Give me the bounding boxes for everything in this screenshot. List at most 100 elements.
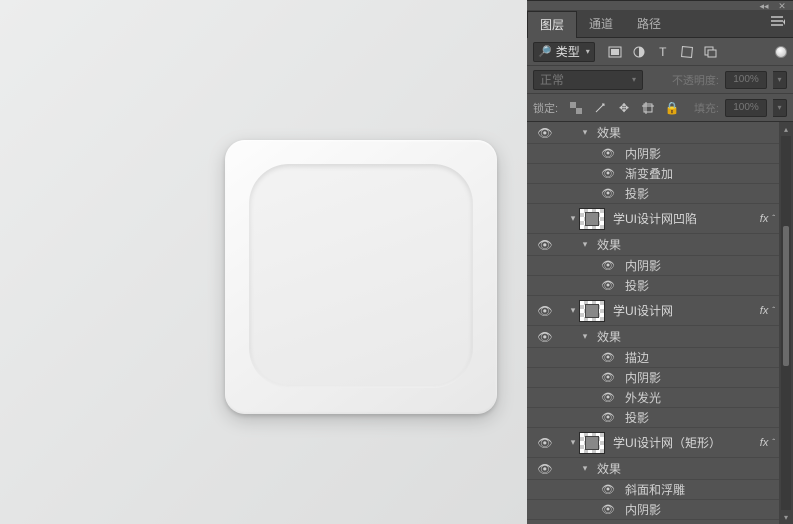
document-canvas[interactable] <box>0 0 527 524</box>
visibility-toggle[interactable]: 👁 <box>537 436 552 450</box>
fx-item-row[interactable]: 👁 投影 <box>527 184 779 204</box>
layer-name: 学UI设计网凹陷 <box>613 210 697 227</box>
fx-header-label: 效果 <box>597 124 621 141</box>
filter-toggle-switch[interactable] <box>775 46 787 58</box>
fx-visibility-toggle[interactable]: 👁 <box>601 351 615 364</box>
fx-inner-shadow: 内阴影 <box>625 257 661 274</box>
lock-pixels-icon[interactable] <box>592 100 608 116</box>
fx-badge: fx <box>760 437 769 449</box>
fx-visibility-toggle[interactable]: 👁 <box>601 147 615 160</box>
scrollbar-track[interactable] <box>781 136 791 510</box>
filter-adjust-icon[interactable] <box>631 44 647 60</box>
layer-row[interactable]: 👁 ▾ 学UI设计网 fx ˆ <box>527 296 779 326</box>
fx-inner-shadow: 内阴影 <box>625 369 661 386</box>
lock-position-icon[interactable]: ✥ <box>616 100 632 116</box>
fx-header-label: 效果 <box>597 460 621 477</box>
fx-visibility-toggle[interactable]: 👁 <box>601 167 615 180</box>
lock-all-icon[interactable]: 🔒 <box>664 100 680 116</box>
search-icon: 🔎 <box>538 45 552 58</box>
scroll-down-icon[interactable]: ▾ <box>779 510 793 524</box>
visibility-toggle[interactable]: 👁 <box>537 238 552 252</box>
layers-panel: ◂◂ ✕ 图层 通道 路径 🔎 类型 ▾ T 正常 ▾ 不透明度: <box>527 0 793 524</box>
scrollbar-thumb[interactable] <box>783 226 789 366</box>
disclosure-icon[interactable]: ▾ <box>579 463 591 474</box>
layer-thumbnail[interactable] <box>579 208 605 230</box>
fx-item-row[interactable]: 👁 斜面和浮雕 <box>527 480 779 500</box>
scroll-up-icon[interactable]: ▴ <box>779 122 793 136</box>
fx-item-row[interactable]: 👁 投影 <box>527 408 779 428</box>
fx-visibility-toggle[interactable]: 👁 <box>601 187 615 200</box>
fx-visibility-toggle[interactable]: 👁 <box>601 279 615 292</box>
layer-row[interactable]: 👁 ▾ 学UI设计网凹陷 fx ˆ <box>527 204 779 234</box>
layers-scrollbar[interactable]: ▴ ▾ <box>779 122 793 524</box>
disclosure-icon[interactable]: ▾ <box>567 305 579 316</box>
fx-badge: fx <box>760 213 769 225</box>
tab-layers[interactable]: 图层 <box>527 11 577 38</box>
chevron-down-icon: ▾ <box>632 75 636 84</box>
fill-stepper[interactable]: ▾ <box>773 99 787 117</box>
fx-inner-shadow: 内阴影 <box>625 145 661 162</box>
disclosure-icon[interactable]: ▾ <box>579 239 591 250</box>
fx-visibility-toggle[interactable]: 👁 <box>601 391 615 404</box>
tab-channels[interactable]: 通道 <box>577 10 625 37</box>
visibility-toggle[interactable]: 👁 <box>537 330 552 344</box>
fx-visibility-toggle[interactable]: 👁 <box>601 259 615 272</box>
chevron-down-icon: ▾ <box>586 47 590 56</box>
opacity-label: 不透明度: <box>672 72 719 88</box>
disclosure-icon[interactable]: ▾ <box>567 213 579 224</box>
panel-menu-icon[interactable] <box>771 16 787 28</box>
disclosure-icon[interactable]: ▾ <box>579 127 591 138</box>
fx-item-row[interactable]: 👁 外发光 <box>527 388 779 408</box>
fx-visibility-toggle[interactable]: 👁 <box>601 503 615 516</box>
fx-gradient-overlay: 渐变叠加 <box>625 165 673 182</box>
visibility-toggle[interactable]: 👁 <box>537 462 552 476</box>
layer-row[interactable]: 👁 ▾ 学UI设计网（矩形） fx ˆ <box>527 428 779 458</box>
fx-item-row[interactable]: 👁 投影 <box>527 276 779 296</box>
fx-header-row[interactable]: 👁 ▾ 效果 <box>527 234 779 256</box>
layer-thumbnail[interactable] <box>579 432 605 454</box>
disclosure-icon[interactable]: ▾ <box>579 331 591 342</box>
fx-header-row[interactable]: 👁 ▾ 效果 <box>527 458 779 480</box>
blend-mode-select[interactable]: 正常 ▾ <box>533 70 643 90</box>
lock-bar: 锁定: ✥ 🔒 填充: 100% ▾ <box>527 94 793 122</box>
fx-visibility-toggle[interactable]: 👁 <box>601 483 615 496</box>
fill-value[interactable]: 100% <box>725 99 767 117</box>
blend-bar: 正常 ▾ 不透明度: 100% ▾ <box>527 66 793 94</box>
opacity-value[interactable]: 100% <box>725 71 767 89</box>
visibility-toggle[interactable]: 👁 <box>537 126 552 140</box>
fx-item-row[interactable]: 👁 描边 <box>527 348 779 368</box>
layer-thumbnail[interactable] <box>579 300 605 322</box>
filter-shape-icon[interactable] <box>679 44 695 60</box>
filter-type-label: 类型 <box>556 43 580 60</box>
fx-collapse-icon[interactable]: ˆ <box>772 214 775 223</box>
fx-item-row[interactable]: 👁 内阴影 <box>527 256 779 276</box>
fx-item-row[interactable]: 👁 渐变叠加 <box>527 164 779 184</box>
lock-transparency-icon[interactable] <box>568 100 584 116</box>
fx-item-row[interactable]: 👁 内阴影 <box>527 144 779 164</box>
fx-header-row[interactable]: 👁 ▾ 效果 <box>527 122 779 144</box>
visibility-toggle[interactable]: 👁 <box>537 304 552 318</box>
fill-label: 填充: <box>694 100 719 116</box>
filter-type-icon[interactable]: T <box>655 44 671 60</box>
fx-visibility-toggle[interactable]: 👁 <box>601 411 615 424</box>
filter-pixel-icon[interactable] <box>607 44 623 60</box>
disclosure-icon[interactable]: ▾ <box>567 437 579 448</box>
opacity-stepper[interactable]: ▾ <box>773 71 787 89</box>
fx-header-row[interactable]: 👁 ▾ 效果 <box>527 326 779 348</box>
fx-item-row[interactable]: 👁 内阴影 <box>527 500 779 520</box>
fx-drop-shadow: 投影 <box>625 409 649 426</box>
lock-artboard-icon[interactable] <box>640 100 656 116</box>
layer-name: 学UI设计网（矩形） <box>613 434 721 451</box>
layers-tree: 👁 ▾ 效果 👁 内阴影 👁 渐变叠加 👁 投影 <box>527 122 793 524</box>
filter-type-select[interactable]: 🔎 类型 ▾ <box>533 42 595 62</box>
fx-drop-shadow: 投影 <box>625 185 649 202</box>
fx-header-label: 效果 <box>597 328 621 345</box>
fx-collapse-icon[interactable]: ˆ <box>772 438 775 447</box>
tab-paths[interactable]: 路径 <box>625 10 673 37</box>
fx-outer-glow: 外发光 <box>625 389 661 406</box>
filter-smart-icon[interactable] <box>703 44 719 60</box>
fx-item-row[interactable]: 👁 内阴影 <box>527 368 779 388</box>
fx-visibility-toggle[interactable]: 👁 <box>601 371 615 384</box>
fx-collapse-icon[interactable]: ˆ <box>772 306 775 315</box>
panel-topbar: ◂◂ ✕ <box>527 0 793 10</box>
